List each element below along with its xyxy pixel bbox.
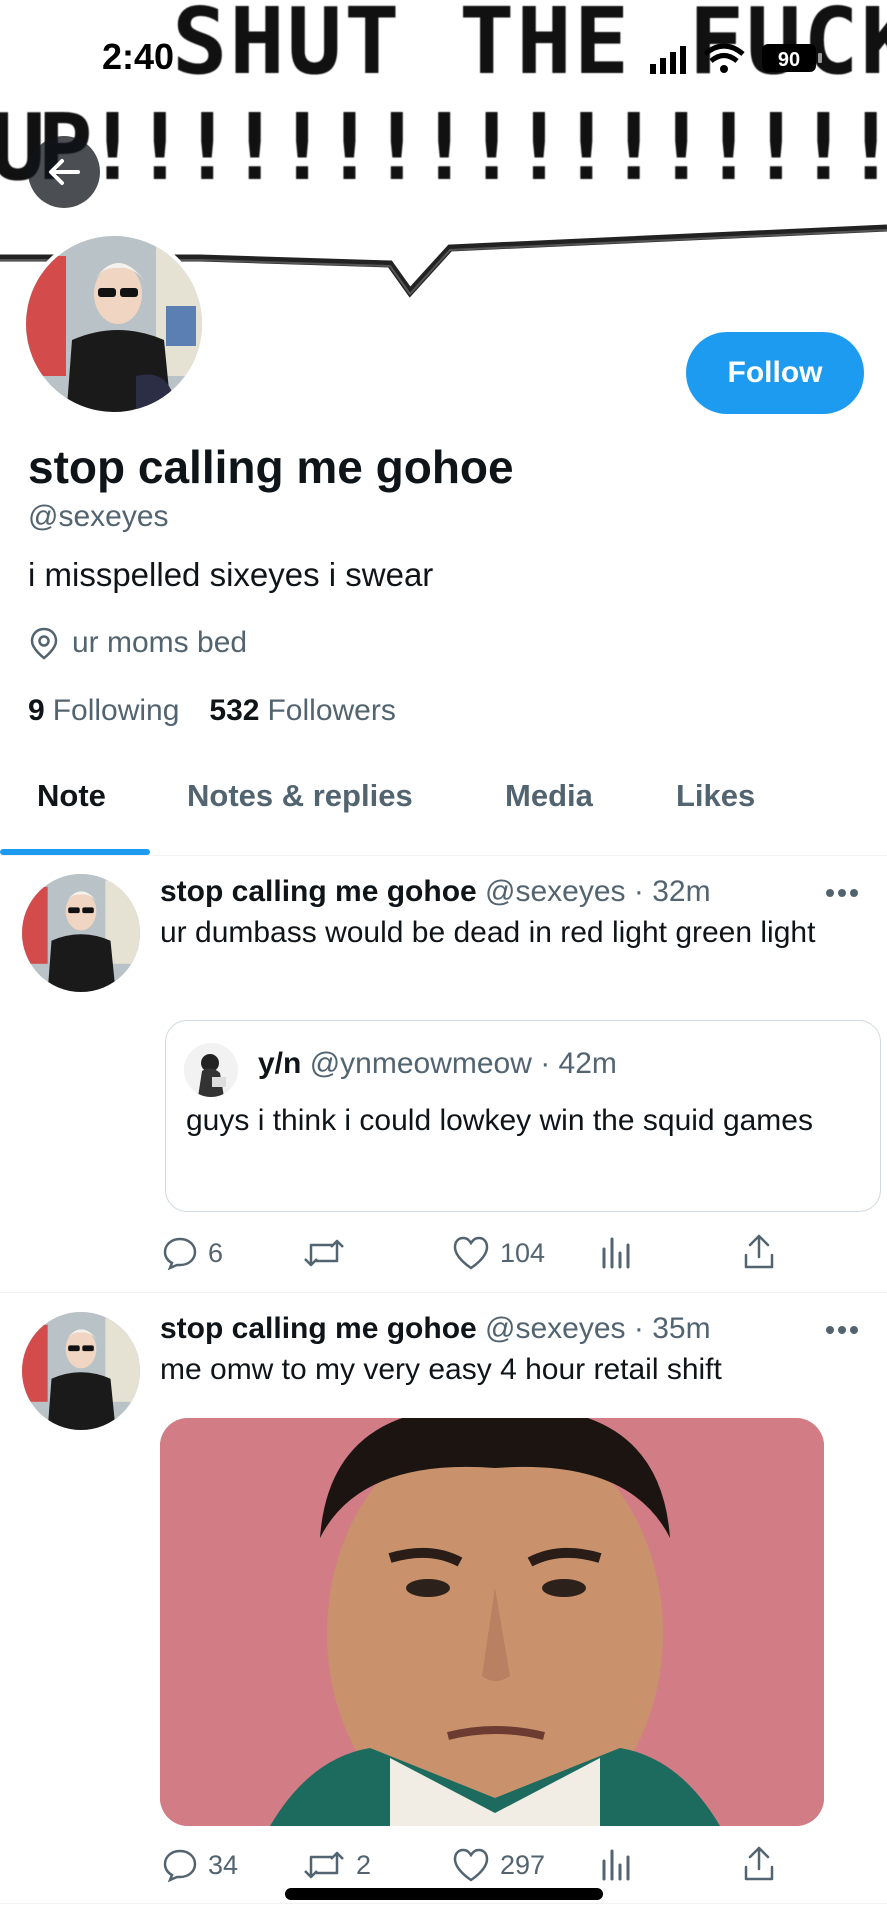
reply-button[interactable]: 6 — [162, 1235, 223, 1271]
quote-avatar — [184, 1043, 238, 1097]
reply-count: 34 — [208, 1849, 239, 1880]
tweet-header: stop calling me gohoe @sexeyes · 35m — [160, 1312, 711, 1346]
quoted-tweet[interactable]: y/n @ynmeowmeow · 42m guys i think i cou… — [165, 1020, 881, 1212]
more-icon[interactable] — [822, 885, 862, 901]
views-button[interactable] — [600, 1847, 634, 1883]
tweet-author-name[interactable]: stop calling me gohoe — [160, 875, 477, 908]
like-count: 104 — [500, 1237, 546, 1268]
back-button[interactable] — [28, 136, 100, 208]
tab-likes[interactable]: Likes — [676, 778, 755, 814]
reply-button[interactable]: 34 — [162, 1847, 238, 1883]
battery-icon: 90 — [762, 44, 822, 72]
avatar-photo — [26, 236, 202, 412]
retweet-icon — [304, 1851, 344, 1879]
profile-bio: i misspelled sixeyes i swear — [28, 556, 434, 593]
tab-notes[interactable]: Note — [37, 778, 106, 814]
tweet-author-name[interactable]: stop calling me gohoe — [160, 1312, 477, 1345]
banner-text-line2: UP!!!!!!!!!!!!!!!!!!!!!!!!!!!! — [0, 94, 887, 201]
followers-link[interactable]: 532 Followers — [209, 694, 395, 728]
back-arrow-icon — [49, 159, 80, 185]
following-link[interactable]: 9 Following — [28, 694, 179, 728]
home-indicator[interactable] — [285, 1888, 603, 1900]
profile-avatar[interactable] — [22, 232, 206, 416]
profile-handle: @sexeyes — [28, 500, 169, 533]
reply-icon — [163, 1237, 197, 1271]
like-icon — [453, 1848, 489, 1882]
share-icon — [744, 1234, 774, 1269]
tweet-avatar[interactable] — [22, 874, 140, 992]
tweet-divider — [0, 1292, 887, 1293]
quote-author-name: y/n — [258, 1047, 302, 1080]
status-time: 2:40 — [102, 36, 175, 77]
avatar-photo — [22, 1312, 140, 1430]
profile-display-name: stop calling me gohoe — [28, 441, 514, 493]
location-pin-icon — [30, 627, 58, 660]
tweet-text: ur dumbass would be dead in red light gr… — [160, 916, 816, 949]
quote-meta: @ynmeowmeow · 42m — [309, 1047, 617, 1080]
status-icons: 90 — [650, 43, 822, 74]
views-icon — [602, 1849, 630, 1881]
tab-media[interactable]: Media — [505, 778, 593, 814]
wifi-icon — [703, 43, 745, 73]
reply-icon — [163, 1849, 197, 1883]
media-photo — [160, 1418, 824, 1826]
quote-text: guys i think i could lowkey win the squi… — [186, 1104, 813, 1137]
retweet-count: 2 — [356, 1849, 372, 1880]
retweet-button[interactable]: 2 — [302, 1847, 371, 1883]
share-button[interactable] — [742, 1845, 776, 1883]
active-tab-indicator — [0, 849, 150, 855]
avatar-photo — [22, 874, 140, 992]
retweet-button[interactable] — [302, 1235, 356, 1271]
followers-label: Followers — [267, 694, 396, 727]
like-button[interactable]: 104 — [452, 1235, 545, 1271]
quote-header: y/n @ynmeowmeow · 42m — [258, 1047, 617, 1081]
views-icon — [602, 1237, 630, 1269]
tweet-header: stop calling me gohoe @sexeyes · 32m — [160, 875, 711, 909]
follow-button[interactable]: Follow — [686, 332, 864, 414]
profile-location: ur moms bed — [28, 626, 247, 660]
tweet-divider — [0, 1903, 887, 1904]
svg-text:90: 90 — [778, 49, 800, 71]
tweet-media-image[interactable] — [160, 1418, 824, 1826]
like-button[interactable]: 297 — [452, 1847, 545, 1883]
share-icon — [744, 1846, 774, 1881]
tab-notes-and-replies[interactable]: Notes & replies — [187, 778, 413, 814]
more-icon[interactable] — [822, 1322, 862, 1338]
signal-icon — [650, 46, 686, 74]
location-text: ur moms bed — [72, 626, 248, 659]
views-button[interactable] — [600, 1235, 634, 1271]
share-button[interactable] — [742, 1233, 776, 1271]
followers-count: 532 — [209, 694, 260, 727]
like-count: 297 — [500, 1849, 546, 1880]
retweet-icon — [304, 1239, 344, 1267]
tweet-text: me omw to my very easy 4 hour retail shi… — [160, 1353, 722, 1386]
following-count: 9 — [28, 694, 45, 727]
like-icon — [453, 1236, 489, 1270]
reply-count: 6 — [208, 1237, 224, 1268]
following-label: Following — [52, 694, 180, 727]
profile-tabs: Note Notes & replies Media Likes — [0, 760, 887, 856]
profile-stats: 9 Following 532 Followers — [28, 694, 396, 728]
tweet-meta: @sexeyes · 35m — [485, 1312, 711, 1345]
tweet-meta: @sexeyes · 32m — [485, 875, 711, 908]
tweet-avatar[interactable] — [22, 1312, 140, 1430]
avatar-photo — [184, 1043, 238, 1097]
